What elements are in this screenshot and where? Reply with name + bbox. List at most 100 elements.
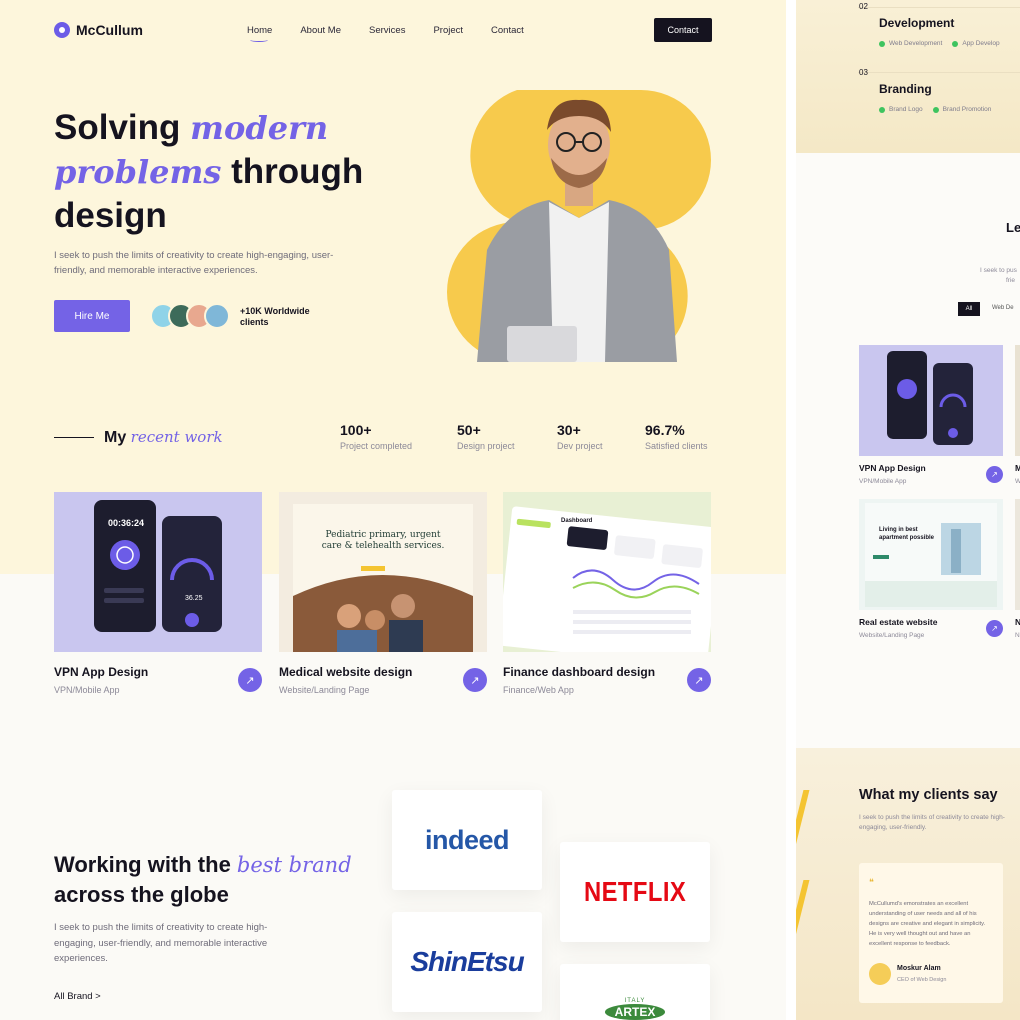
real-estate-headline: Living in best apartment possible [879,527,935,541]
recent-work-heading: My recent work [54,428,223,447]
nav-contact[interactable]: Contact [491,25,524,36]
vpn-thumbnail [859,345,1003,456]
service-number: 03 [859,68,868,77]
secondary-page: 02 Development Web Development App Devel… [796,0,1020,1020]
vpn-speed: 36.25 [185,595,203,602]
card-subtitle: Finance/Web App [503,685,574,695]
service-tag: Brand Logo [879,106,923,113]
logo-icon [54,22,70,38]
tag-label: Brand Promotion [942,106,992,113]
hero-subtitle: I seek to push the limits of creativity … [54,250,334,276]
arrow-up-right-icon[interactable]: ↗ [986,466,1003,483]
nav-services[interactable]: Services [369,25,405,36]
real-estate-mockup [865,503,997,607]
section-sub-fragment: frie [1006,277,1016,284]
author-role: CEO of Web Design [897,977,947,983]
divider [858,72,1020,73]
medical-website-thumbnail: Pediatric primary, urgent care & telehea… [279,492,487,652]
recent-work-title-part: My [104,429,131,446]
recent-work-title-italic: recent work [130,428,223,446]
heading-line [54,437,94,438]
page-canvas: McCullum Home About Me Services Project … [0,0,1020,1020]
arrow-up-right-icon[interactable]: ↗ [687,668,711,692]
vpn-app-mockup [94,500,222,632]
contact-button[interactable]: Contact [654,18,712,42]
avatar [869,963,891,985]
service-tag: App Develop [952,40,1000,47]
nav-project[interactable]: Project [433,25,463,36]
avatar [204,303,230,329]
dot-icon [952,40,959,47]
filter-web-button[interactable]: Web De [992,305,1014,311]
vpn-app-thumbnail: 00:36:24 36.25 [54,492,262,652]
brand-card-artex: ITALY ARTEX [560,964,710,1020]
hire-me-button[interactable]: Hire Me [54,300,130,332]
work-card-medical[interactable]: Pediatric primary, urgent care & telehea… [279,492,487,695]
service-number: 02 [859,2,868,11]
card-thumbnail-fragment [1015,345,1020,456]
recent-work-title: My recent work [104,428,223,447]
logo[interactable]: McCullum [54,22,143,38]
nav-home[interactable]: Home [247,25,272,42]
tag-label: App Develop [962,40,1000,47]
brand-card-indeed: indeed [392,790,542,890]
card-subtitle: Website/Landing Page [859,632,925,639]
brands-title: Working with the best brand across the g… [54,850,354,909]
arrow-up-right-icon[interactable]: ↗ [986,620,1003,637]
stat-value: 30+ [557,422,581,438]
all-brand-link[interactable]: All Brand > [54,991,101,1002]
shinetsu-logo: ShinEtsu [410,946,524,977]
client-avatars [150,303,230,329]
brands-title-part-2: across the globe [54,882,229,907]
hero-title-part-1: Solving [54,108,191,147]
service-title[interactable]: Development [879,16,954,30]
medical-headline: Pediatric primary, urgent care & telehea… [321,530,445,551]
tag-label: Web Development [889,40,943,47]
dot-icon [879,40,885,47]
service-tags: Brand Logo Brand Promotion [879,106,991,113]
page-divider [786,0,796,1020]
stat-value: 50+ [457,422,481,438]
clients-note: +10K Worldwide clients [240,306,310,327]
service-tag: Web Development [879,40,942,47]
indeed-logo: indeed [424,824,510,855]
card-title: Medical website design [279,665,413,679]
netflix-logo: NETFLIX [583,876,687,907]
stat-design: 50+ Design project [457,422,515,451]
card-subtitle: Website/Landing Page [279,685,370,695]
work-card-vpn[interactable]: 00:36:24 36.25 VPN App Design VPN/Mobile… [54,492,262,695]
dot-icon [879,106,885,113]
service-title[interactable]: Branding [879,82,932,96]
real-estate-thumbnail: Living in best apartment possible [859,499,1003,610]
author-name: Moskur Alam [897,965,941,972]
arrow-up-right-icon[interactable]: ↗ [238,668,262,692]
nav-links: Home About Me Services Project Contact [247,25,552,42]
work-card-finance[interactable]: Dashboard Finance dashboard design Finan… [503,492,711,695]
medical-website-mockup [293,504,473,652]
filter-all-button[interactable]: All [958,302,980,316]
card-subtitle-fragment: W [1015,478,1020,485]
brands-subtitle: I seek to push the limits of creativity … [54,922,268,964]
nav-about[interactable]: About Me [300,25,341,36]
hero-title: Solving modern problems through design [54,106,414,238]
card-thumbnail-fragment [1015,499,1020,610]
testimonials-subtitle: I seek to push the limits of creativity … [859,814,1005,831]
stat-projects: 100+ Project completed [340,422,412,451]
divider [858,7,1020,8]
arrow-up-right-icon[interactable]: ↗ [463,668,487,692]
dot-icon [932,106,939,113]
hero-portrait [447,90,711,362]
stat-value: 100+ [340,422,372,438]
card-title: Real estate website [859,617,938,627]
artex-logo: ARTEX [604,1004,666,1020]
card-title: VPN App Design [859,463,926,473]
service-tags: Web Development App Develop [879,40,1000,47]
stat-label: Dev project [557,441,603,451]
vpn-timer: 00:36:24 [108,518,145,528]
card-title: VPN App Design [54,665,149,679]
stat-dev: 30+ Dev project [557,422,603,451]
card-subtitle-fragment: N [1015,632,1020,639]
portfolio-page: McCullum Home About Me Services Project … [0,0,786,1020]
tag-label: Brand Logo [889,106,923,113]
stat-label: Design project [457,441,515,451]
